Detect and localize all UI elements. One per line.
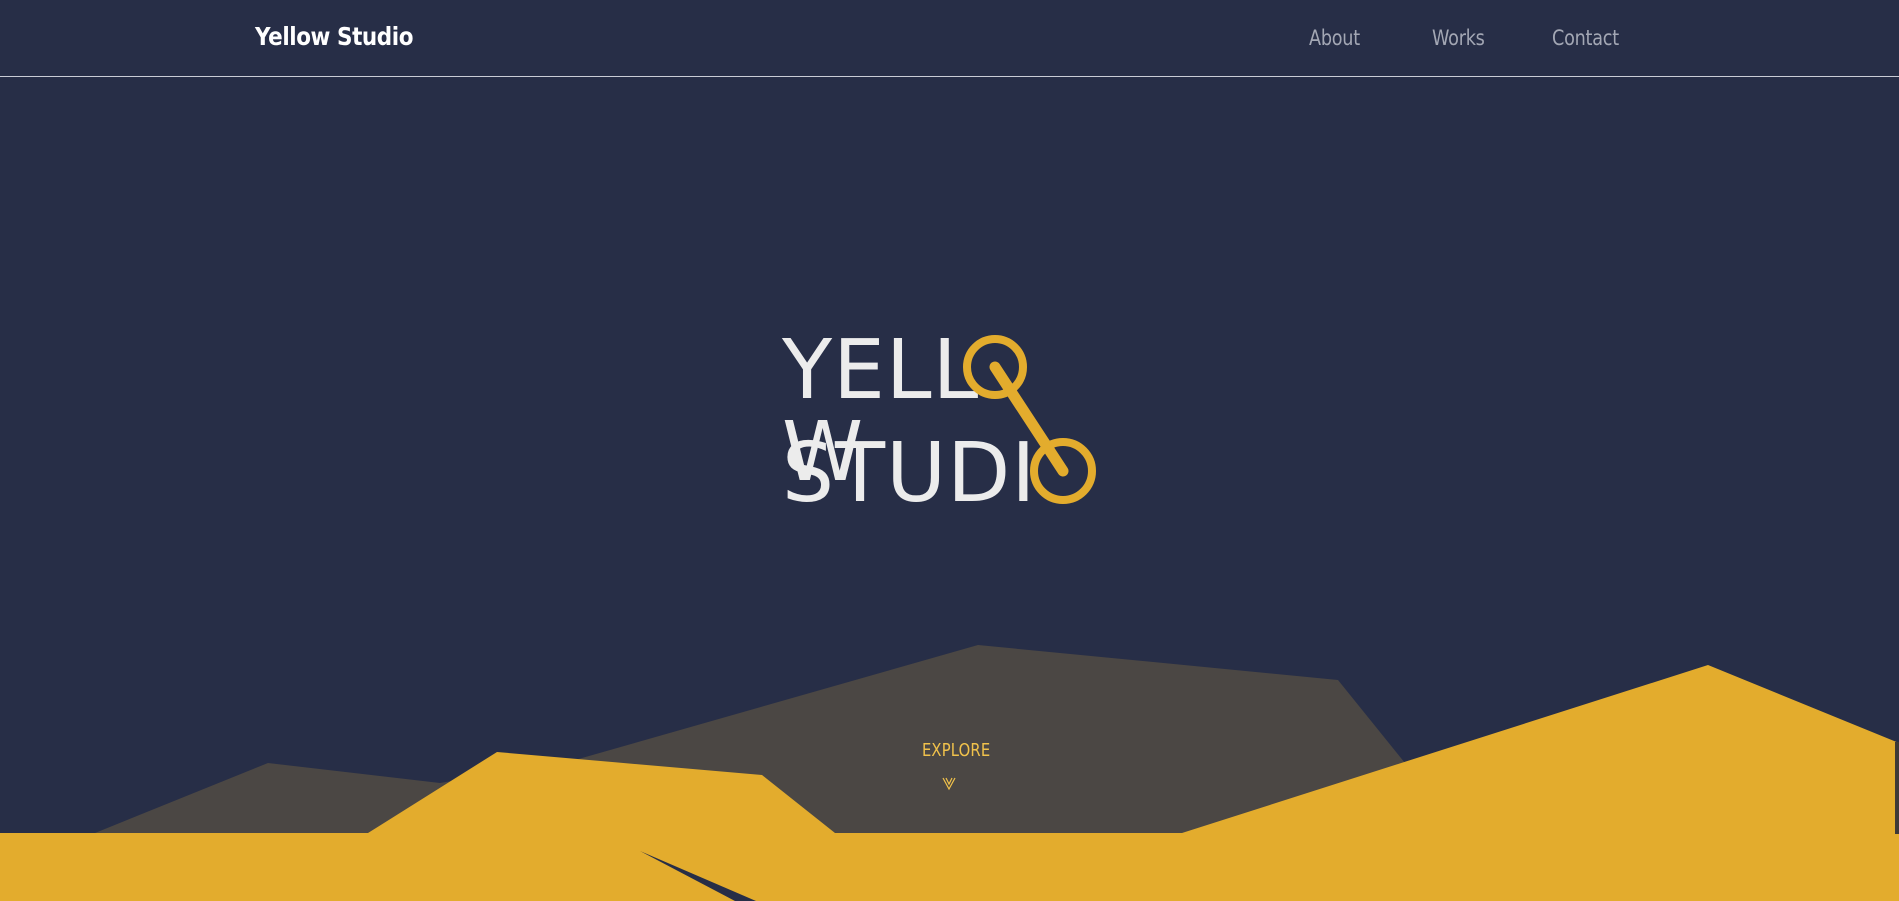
nav-link-contact[interactable]: Contact (1552, 26, 1619, 50)
right-edge-sliver (1895, 742, 1899, 834)
brand-logo-text[interactable]: Yellow Studio (255, 22, 413, 51)
nav-link-works[interactable]: Works (1432, 26, 1485, 50)
logo-link-mark-icon (963, 335, 1096, 504)
hero-logo: YELLW STUDI (760, 310, 1120, 530)
nav-link-about[interactable]: About (1309, 26, 1360, 50)
top-navigation-bar: Yellow Studio About Works Contact (0, 0, 1899, 77)
explore-button[interactable]: EXPLORE (922, 740, 990, 761)
chevron-down-icon[interactable] (941, 775, 957, 791)
